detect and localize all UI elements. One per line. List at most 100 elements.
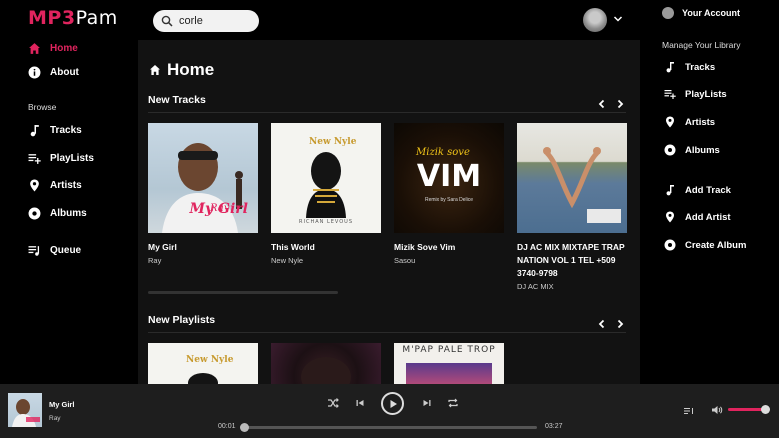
- now-playing-cover[interactable]: [8, 393, 42, 427]
- nav-playlists-label: PlayLists: [50, 152, 94, 164]
- user-avatar[interactable]: [583, 8, 607, 32]
- main-content[interactable]: Home New Tracks My Girl Ray My Girl Ray: [138, 40, 640, 384]
- nav-playlists[interactable]: PlayLists: [28, 150, 94, 166]
- nav-queue-label: Queue: [50, 244, 82, 256]
- cover-title-text: New Nyle: [309, 137, 357, 147]
- next-icon[interactable]: [421, 397, 433, 409]
- track-card[interactable]: My Girl Ray My Girl Ray: [148, 123, 258, 265]
- playlist-add-icon: [28, 153, 41, 164]
- progress-bar[interactable]: [240, 423, 537, 432]
- track-cover-image[interactable]: Mizik sove VIM Remix by Sara Delice: [394, 123, 504, 233]
- library-albums[interactable]: Albums: [664, 144, 720, 156]
- track-title[interactable]: Mizik Sove Vim: [394, 241, 504, 254]
- track-title[interactable]: This World: [271, 241, 381, 254]
- album-icon: [664, 144, 676, 156]
- volume-icon[interactable]: [711, 404, 723, 416]
- library-label: Manage Your Library: [662, 40, 741, 50]
- chevron-left-icon[interactable]: [597, 316, 607, 329]
- track-card[interactable]: DJ AC MIX MIXTAPE TRAP NATION VOL 1 TEL …: [517, 123, 627, 291]
- nav-artists[interactable]: Artists: [28, 177, 82, 193]
- queue-list-icon[interactable]: [683, 405, 695, 417]
- music-note-icon: [666, 62, 674, 73]
- cover-subtitle-text: Mizik sove: [416, 147, 470, 158]
- chevron-right-icon[interactable]: [615, 96, 625, 109]
- search-icon: [161, 15, 173, 27]
- playlist-cover-text: M'PAP PALE TROP: [402, 345, 496, 355]
- cover-credit-text: Remix by Sara Delice: [424, 197, 474, 203]
- logo-pam: Pam: [75, 7, 118, 29]
- track-cover-image[interactable]: My Girl Ray: [148, 123, 258, 233]
- playlist-cover-image[interactable]: M'PAP PALE TROP: [394, 343, 504, 384]
- avatar: [662, 7, 674, 19]
- create-album-label: Create Album: [685, 239, 747, 251]
- total-duration: 03:27: [545, 423, 563, 430]
- location-pin-icon: [666, 211, 674, 223]
- track-artist[interactable]: New Nyle: [271, 256, 381, 265]
- nav-albums-label: Albums: [50, 207, 87, 219]
- playlist-cover-image[interactable]: [271, 343, 381, 384]
- queue-icon: [28, 245, 40, 256]
- track-card[interactable]: Mizik sove VIM Remix by Sara Delice Mizi…: [394, 123, 504, 265]
- nav-tracks[interactable]: Tracks: [28, 122, 82, 138]
- volume-handle[interactable]: [761, 405, 770, 414]
- library-artists[interactable]: Artists: [664, 116, 715, 128]
- info-icon: [28, 66, 41, 78]
- library-tracks[interactable]: Tracks: [664, 61, 715, 73]
- now-playing-artist[interactable]: Ray: [49, 415, 61, 422]
- nav-about-label: About: [50, 66, 79, 78]
- create-album-link[interactable]: Create Album: [664, 239, 746, 251]
- library-albums-label: Albums: [685, 144, 720, 156]
- music-note-icon: [666, 185, 674, 196]
- album-icon: [28, 207, 41, 219]
- track-artist[interactable]: Sasou: [394, 256, 504, 265]
- track-title[interactable]: DJ AC MIX MIXTAPE TRAP NATION VOL 1 TEL …: [517, 241, 627, 280]
- new-playlists-arrows: [597, 316, 625, 329]
- volume-slider[interactable]: [728, 405, 770, 414]
- progress-handle[interactable]: [240, 423, 250, 432]
- track-title[interactable]: My Girl: [148, 241, 258, 254]
- add-artist-link[interactable]: Add Artist: [664, 211, 731, 223]
- chevron-right-icon[interactable]: [615, 316, 625, 329]
- nav-tracks-label: Tracks: [50, 124, 82, 136]
- track-artist[interactable]: DJ AC MIX: [517, 282, 627, 291]
- shuffle-icon[interactable]: [327, 397, 339, 409]
- nav-about[interactable]: About: [28, 64, 79, 80]
- track-cover-image[interactable]: [517, 123, 627, 233]
- add-track-link[interactable]: Add Track: [664, 184, 731, 196]
- search-box[interactable]: [153, 10, 259, 32]
- location-pin-icon: [30, 179, 39, 191]
- playlist-cover-text: New Nyle: [186, 355, 234, 365]
- track-artist[interactable]: Ray: [148, 256, 258, 265]
- nav-albums[interactable]: Albums: [28, 205, 87, 221]
- nav-home[interactable]: Home: [28, 40, 78, 56]
- app-logo[interactable]: MP3Pam: [28, 7, 118, 29]
- play-button[interactable]: [381, 392, 404, 415]
- library-artists-label: Artists: [685, 116, 716, 128]
- elapsed-time: 00:01: [218, 423, 236, 430]
- track-card[interactable]: New Nyle RICHAN LEVOUS This World New Ny…: [271, 123, 381, 265]
- album-icon: [664, 239, 676, 251]
- now-playing-title[interactable]: My Girl: [49, 400, 74, 409]
- new-tracks-arrows: [597, 96, 625, 109]
- search-input[interactable]: [179, 15, 257, 27]
- horizontal-scrollbar[interactable]: [148, 291, 338, 294]
- right-sidebar: Your Account Manage Your Library Tracks …: [641, 0, 779, 384]
- playlist-cover-image[interactable]: New Nyle: [148, 343, 258, 384]
- library-playlists[interactable]: PlayLists: [664, 88, 727, 100]
- nav-home-label: Home: [50, 42, 78, 54]
- divider: [148, 332, 626, 333]
- add-track-label: Add Track: [685, 184, 731, 196]
- page-title: Home: [149, 60, 214, 80]
- chevron-down-icon[interactable]: [613, 14, 623, 24]
- previous-icon[interactable]: [354, 397, 366, 409]
- page-title-text: Home: [167, 60, 215, 79]
- chevron-left-icon[interactable]: [597, 96, 607, 109]
- nav-queue[interactable]: Queue: [28, 242, 81, 258]
- divider: [148, 112, 626, 113]
- track-cover-image[interactable]: New Nyle RICHAN LEVOUS: [271, 123, 381, 233]
- library-tracks-label: Tracks: [685, 61, 716, 73]
- browse-label: Browse: [28, 102, 57, 112]
- account-link[interactable]: Your Account: [662, 7, 740, 19]
- cover-title-text: VIM: [416, 159, 482, 194]
- repeat-icon[interactable]: [447, 397, 459, 409]
